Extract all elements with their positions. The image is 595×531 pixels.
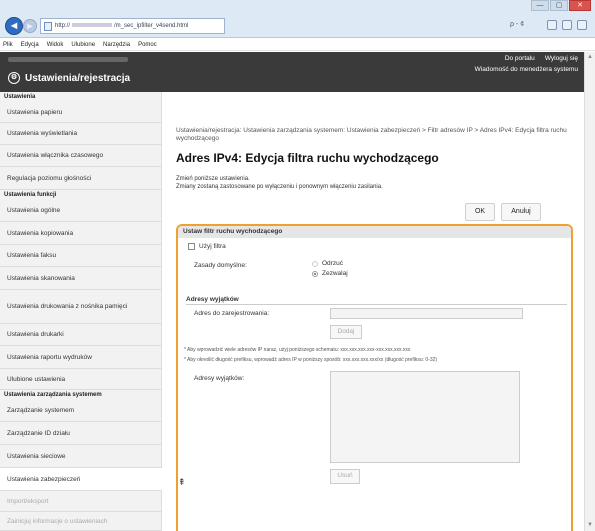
- sidebar-item-scan[interactable]: Ustawienia skanowania: [0, 267, 162, 290]
- allow-radio-circle[interactable]: [312, 270, 318, 277]
- sidebar-item-init[interactable]: Zainicjuj informacje o ustawieniach: [0, 512, 162, 531]
- page-header-title: ⚙ Ustawienia/rejestracja: [8, 72, 130, 84]
- sidebar: Ustawienia Ustawienia papieru Ustawienia…: [0, 92, 162, 531]
- sidebar-item-volume[interactable]: Regulacja poziomu głośności: [0, 167, 162, 190]
- default-policy-label: Zasady domyślne:: [194, 262, 247, 269]
- browser-address-row: ◄ ► http:// /m_sec_ipfilter_v4send.html ρ…: [0, 14, 595, 38]
- menu-tools[interactable]: Narzędzia: [103, 39, 130, 50]
- menu-file[interactable]: Plik: [3, 39, 13, 50]
- instruction-line-2: Zmiany zostaną zastosowane po wyłączeniu…: [176, 184, 383, 190]
- remove-button[interactable]: Usuń: [330, 469, 360, 484]
- sidebar-item-common[interactable]: Ustawienia ogólne: [0, 200, 162, 222]
- back-arrow-icon[interactable]: ◄: [5, 17, 23, 35]
- menu-favorites[interactable]: Ulubione: [71, 39, 95, 50]
- sidebar-section-functions: Ustawienia funkcji: [4, 192, 57, 198]
- close-window-button[interactable]: ✕: [569, 0, 591, 11]
- menu-view[interactable]: Widok: [47, 39, 64, 50]
- reject-radio-circle[interactable]: [312, 260, 318, 267]
- forward-arrow-icon[interactable]: ►: [23, 19, 37, 33]
- prefix-hint: * Aby określić długość prefiksu, wprowad…: [184, 357, 438, 363]
- sidebar-item-display[interactable]: Ustawienia wyświetlania: [0, 123, 162, 145]
- scroll-down-icon[interactable]: ▼: [587, 522, 593, 528]
- favorites-star-icon[interactable]: [562, 20, 572, 30]
- scroll-to-top-icon[interactable]: ⇞: [178, 477, 186, 488]
- gear-icon[interactable]: [577, 20, 587, 30]
- cancel-button[interactable]: Anuluj: [501, 203, 541, 221]
- header-title-text: Ustawienia/rejestracja: [25, 72, 131, 84]
- app-header: Do portalu Wyloguj się Wiadomość do mene…: [0, 52, 584, 92]
- device-name-redacted: [8, 57, 128, 62]
- exceptions-section-heading: Adresy wyjątków: [186, 296, 567, 305]
- address-text: http://: [55, 23, 71, 29]
- reject-radio[interactable]: Odrzuć: [312, 260, 343, 267]
- browser-tool-icons: [547, 20, 587, 30]
- main-content: Ustawienia/rejestracja: Ustawienia zarzą…: [163, 92, 584, 531]
- add-button[interactable]: Dodaj: [330, 325, 362, 339]
- range-hint: * Aby wprowadzić wiele adresów IP naraz,…: [184, 347, 411, 353]
- header-links: Do portalu Wyloguj się: [505, 55, 578, 62]
- use-filter-option[interactable]: Użyj filtra: [188, 243, 226, 250]
- panel-title: Ustaw filtr ruchu wychodzącego: [178, 226, 571, 238]
- browser-menubar: Plik Edycja Widok Ulubione Narzędzia Pom…: [0, 39, 595, 51]
- breadcrumb: Ustawienia/rejestracja: Ustawienia zarzą…: [176, 127, 567, 142]
- page-title: Adres IPv4: Edycja filtra ruchu wychodzą…: [176, 151, 439, 165]
- page-icon: [44, 22, 52, 31]
- sidebar-section-system: Ustawienia zarządzania systemem: [4, 392, 102, 398]
- address-path: /m_sec_ipfilter_v4send.html: [114, 23, 189, 29]
- sidebar-item-paper[interactable]: Ustawienia papieru: [0, 102, 162, 123]
- maximize-button[interactable]: ▢: [550, 0, 568, 11]
- window-controls: — ▢ ✕: [531, 0, 591, 11]
- home-icon[interactable]: [547, 20, 557, 30]
- message-to-admin-link[interactable]: Wiadomość do menedżera systemu: [475, 66, 578, 73]
- outgoing-filter-panel: Ustaw filtr ruchu wychodzącego Użyj filt…: [176, 224, 573, 531]
- scroll-up-icon[interactable]: ▲: [587, 54, 593, 60]
- ok-button[interactable]: OK: [465, 203, 495, 221]
- reject-radio-label: Odrzuć: [322, 260, 343, 267]
- sidebar-section-settings: Ustawienia: [4, 94, 36, 100]
- allow-radio[interactable]: Zezwalaj: [312, 270, 348, 277]
- minimize-button[interactable]: —: [531, 0, 549, 11]
- address-bar[interactable]: http:// /m_sec_ipfilter_v4send.html: [40, 18, 225, 34]
- use-filter-checkbox[interactable]: [188, 243, 195, 250]
- sidebar-item-dept-id[interactable]: Zarządzanie ID działu: [0, 422, 162, 445]
- portal-link[interactable]: Do portalu: [505, 55, 535, 62]
- search-refresh-controls[interactable]: ρ - ¢: [510, 21, 524, 28]
- address-input[interactable]: [330, 308, 523, 319]
- sidebar-item-favorites[interactable]: Ulubione ustawienia: [0, 369, 162, 390]
- sidebar-item-printer[interactable]: Ustawienia drukarki: [0, 324, 162, 346]
- sidebar-item-security[interactable]: Ustawienia zabezpieczeń: [0, 468, 162, 491]
- sidebar-item-memory-print[interactable]: Ustawienia drukowania z nośnika pamięci: [0, 290, 162, 324]
- exception-addresses-label: Adresy wyjątków:: [194, 375, 245, 382]
- menu-help[interactable]: Pomoc: [138, 39, 157, 50]
- sidebar-item-copy[interactable]: Ustawienia kopiowania: [0, 222, 162, 245]
- instruction-line-1: Zmień poniższe ustawienia.: [176, 176, 250, 182]
- sidebar-item-system-mgmt[interactable]: Zarządzanie systemem: [0, 400, 162, 422]
- settings-icon: ⚙: [8, 72, 20, 84]
- sidebar-item-network[interactable]: Ustawienia sieciowe: [0, 445, 162, 468]
- allow-radio-label: Zezwalaj: [322, 270, 348, 277]
- instructions: Zmień poniższe ustawienia. Zmiany zostan…: [176, 175, 383, 191]
- vertical-scrollbar[interactable]: ▲ ▼: [584, 52, 595, 531]
- sidebar-item-timer[interactable]: Ustawienia włącznika czasowego: [0, 145, 162, 167]
- menu-edit[interactable]: Edycja: [21, 39, 39, 50]
- logout-link[interactable]: Wyloguj się: [545, 55, 578, 62]
- use-filter-label: Użyj filtra: [199, 243, 226, 250]
- sidebar-item-fax[interactable]: Ustawienia faksu: [0, 245, 162, 267]
- sidebar-item-report[interactable]: Ustawienia raportu wydruków: [0, 346, 162, 369]
- exception-addresses-list[interactable]: [330, 371, 520, 463]
- browser-titlebar: — ▢ ✕: [0, 0, 595, 14]
- address-redacted: [72, 23, 113, 28]
- sidebar-item-import-export[interactable]: Import/eksport: [0, 491, 162, 512]
- address-to-register-label: Adres do zarejestrowania:: [194, 310, 270, 317]
